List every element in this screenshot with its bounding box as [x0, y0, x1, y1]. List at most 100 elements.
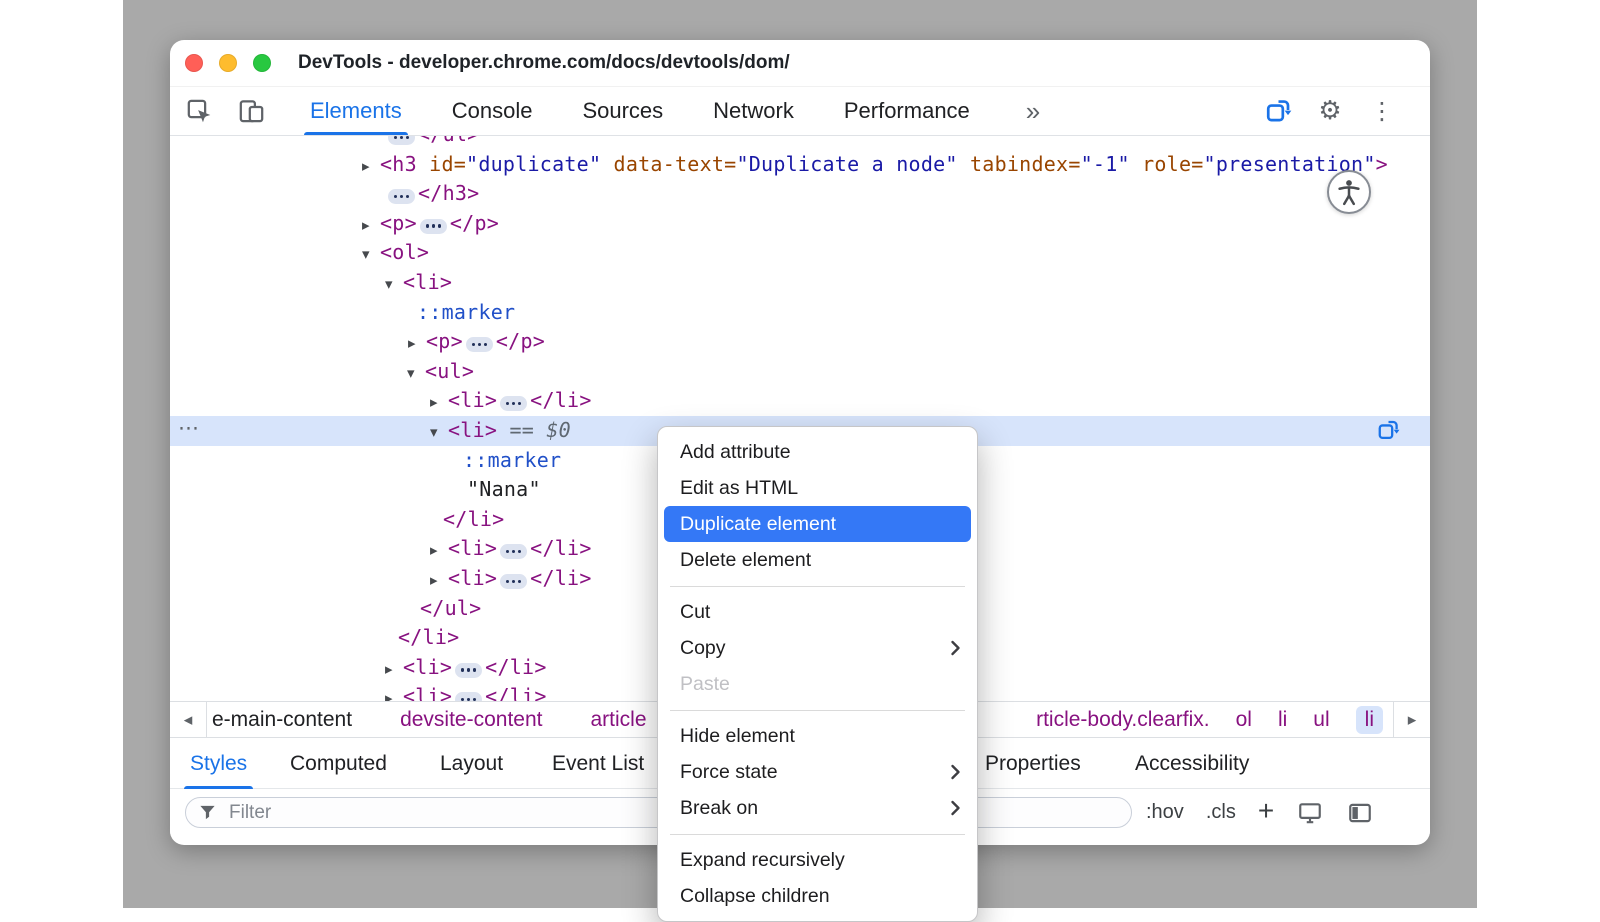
dom-tree-line: </ul>	[385, 136, 479, 150]
expand-ellipsis-icon[interactable]	[388, 189, 415, 204]
menu-item-collapse-children[interactable]: Collapse children	[658, 878, 977, 914]
breadcrumb-scroll-right-button[interactable]: ▸	[1393, 702, 1430, 737]
traffic-lights	[185, 54, 271, 72]
code-token: </li>	[530, 388, 591, 412]
accessibility-person-icon	[1334, 177, 1364, 207]
expand-ellipsis-icon[interactable]	[455, 692, 482, 701]
expand-arrow-icon[interactable]: ▸	[362, 211, 380, 241]
code-token: "Duplicate a node"	[736, 152, 957, 176]
menu-item-label: Paste	[680, 673, 730, 696]
menu-item-delete-element[interactable]: Delete element	[658, 542, 977, 578]
expand-ellipsis-icon[interactable]	[388, 136, 415, 145]
minimize-button[interactable]	[219, 54, 237, 72]
zoom-button[interactable]	[253, 54, 271, 72]
code-token: <li>	[448, 418, 497, 442]
close-button[interactable]	[185, 54, 203, 72]
dom-tree-row[interactable]: </ul>	[170, 136, 1430, 150]
expand-ellipsis-icon[interactable]	[420, 219, 447, 234]
device-toolbar-icon[interactable]	[237, 97, 265, 125]
breadcrumb-item[interactable]: li	[1356, 706, 1383, 734]
expand-ellipsis-icon[interactable]	[500, 396, 527, 411]
dom-tree-row[interactable]: ▸<h3 id="duplicate" data-text="Duplicate…	[170, 150, 1430, 180]
breadcrumb-item[interactable]: ul	[1313, 708, 1329, 732]
tab-elements[interactable]: Elements	[310, 87, 402, 135]
expand-ellipsis-icon[interactable]	[500, 544, 527, 559]
dom-tree-row[interactable]: ▾<ol>	[170, 238, 1430, 268]
dom-tree-line: ▾<ul>	[407, 357, 474, 389]
tab-accessibility[interactable]: Accessibility	[1135, 738, 1249, 789]
code-token: <li>	[403, 655, 452, 679]
accessibility-widget[interactable]	[1327, 170, 1371, 214]
new-style-rule-button[interactable]: +	[1258, 797, 1274, 825]
tab-layout[interactable]: Layout	[440, 738, 503, 789]
more-actions-icon[interactable]: ⋯	[178, 414, 199, 444]
tab-performance[interactable]: Performance	[844, 87, 970, 135]
menu-item-duplicate-element[interactable]: Duplicate element	[664, 506, 971, 542]
selected-node-badge-icon[interactable]	[1377, 419, 1400, 442]
breadcrumb-item[interactable]: article	[591, 708, 647, 732]
collapse-arrow-icon[interactable]: ▾	[385, 270, 403, 300]
expand-ellipsis-icon[interactable]	[466, 337, 493, 352]
dom-tree-row[interactable]: </h3>	[170, 179, 1430, 209]
breadcrumb-item[interactable]: devsite-content	[400, 708, 542, 732]
breadcrumb-item[interactable]: e-main-content	[212, 708, 352, 732]
expand-arrow-icon[interactable]: ▸	[385, 655, 403, 685]
tab-network[interactable]: Network	[713, 87, 794, 135]
toolbar-left-icons	[170, 97, 265, 125]
dom-tree-row[interactable]: ::marker	[170, 298, 1430, 328]
rendering-emulations-icon[interactable]	[1296, 799, 1324, 827]
menu-item-force-state[interactable]: Force state	[658, 754, 977, 790]
menu-item-add-attribute[interactable]: Add attribute	[658, 434, 977, 470]
expand-arrow-icon[interactable]: ▸	[430, 566, 448, 596]
expand-arrow-icon[interactable]: ▸	[362, 152, 380, 182]
dom-tree-line: ▾<ol>	[362, 238, 429, 270]
menu-item-paste[interactable]: Paste	[658, 666, 977, 702]
dom-tree-row[interactable]: ▸<p></p>	[170, 209, 1430, 239]
tab-computed[interactable]: Computed	[290, 738, 387, 789]
menu-item-label: Delete element	[680, 549, 811, 572]
menu-item-label: Hide element	[680, 725, 795, 748]
code-token: id=	[417, 152, 466, 176]
menu-item-edit-as-html[interactable]: Edit as HTML	[658, 470, 977, 506]
tab-properties[interactable]: Properties	[985, 738, 1081, 789]
dock-sidebar-icon[interactable]	[1346, 799, 1374, 827]
expand-ellipsis-icon[interactable]	[500, 574, 527, 589]
tab-sources[interactable]: Sources	[582, 87, 663, 135]
collapse-arrow-icon[interactable]: ▾	[407, 359, 425, 389]
menu-item-expand-recursively[interactable]: Expand recursively	[658, 842, 977, 878]
collapse-arrow-icon[interactable]: ▾	[430, 418, 448, 448]
tab-event-list[interactable]: Event List	[552, 738, 644, 789]
expand-ellipsis-icon[interactable]	[455, 663, 482, 678]
menu-item-copy[interactable]: Copy	[658, 630, 977, 666]
toggle-element-state-button[interactable]: :hov	[1146, 801, 1184, 824]
breadcrumb-item[interactable]: rticle-body.clearfix.	[1036, 708, 1210, 732]
collapse-arrow-icon[interactable]: ▾	[362, 240, 380, 270]
inspect-icon[interactable]	[185, 97, 213, 125]
element-classes-button[interactable]: .cls	[1206, 801, 1236, 824]
kebab-menu-icon[interactable]: ⋮	[1368, 97, 1396, 125]
expand-arrow-icon[interactable]: ▸	[430, 388, 448, 418]
code-token: >	[1376, 152, 1388, 176]
tab-styles[interactable]: Styles	[190, 738, 247, 789]
breadcrumb-scroll-left-button[interactable]: ◂	[170, 702, 207, 737]
menu-item-hide-element[interactable]: Hide element	[658, 718, 977, 754]
dom-tree-row[interactable]: ▾<li>	[170, 268, 1430, 298]
dom-tree-row[interactable]: ▸<p></p>	[170, 327, 1430, 357]
submenu-chevron-icon	[950, 764, 961, 781]
menu-item-cut[interactable]: Cut	[658, 594, 977, 630]
expand-arrow-icon[interactable]: ▸	[385, 684, 403, 701]
expand-arrow-icon[interactable]: ▸	[408, 329, 426, 359]
more-tabs-icon[interactable]: »	[1026, 96, 1040, 127]
settings-gear-icon[interactable]: ⚙	[1316, 97, 1344, 125]
dom-tree-row[interactable]: ▾<ul>	[170, 357, 1430, 387]
code-token: <ol>	[380, 240, 429, 264]
menu-item-break-on[interactable]: Break on	[658, 790, 977, 826]
dom-tree-line: ::marker	[417, 298, 515, 328]
menu-item-label: Copy	[680, 637, 726, 660]
breadcrumb-item[interactable]: li	[1278, 708, 1287, 732]
tab-console[interactable]: Console	[452, 87, 533, 135]
expand-arrow-icon[interactable]: ▸	[430, 536, 448, 566]
breadcrumb-item[interactable]: ol	[1236, 708, 1252, 732]
screencast-icon[interactable]	[1264, 97, 1292, 125]
dom-tree-row[interactable]: ▸<li></li>	[170, 386, 1430, 416]
